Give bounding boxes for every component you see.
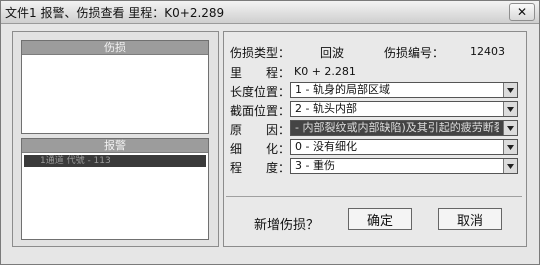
chevron-down-icon[interactable] xyxy=(503,140,517,154)
chevron-down-icon[interactable] xyxy=(503,83,517,97)
report-list-header: 报警 xyxy=(22,139,208,153)
detail-select[interactable]: 0 - 没有细化 xyxy=(290,139,518,155)
damage-list-header: 伤损 xyxy=(22,41,208,55)
list-item[interactable]: 1通道 代號 - 113 xyxy=(24,155,206,167)
damage-no-label: 伤损编号： xyxy=(384,46,445,60)
section-position-value: 2 - 轨头内部 xyxy=(295,102,357,115)
damage-no-value: 12403 xyxy=(470,45,505,58)
title-bar: 文件1 报警、伤损查看 里程：K0+2.289 ✕ xyxy=(1,1,539,24)
cause-label: 原 因： xyxy=(230,123,291,137)
mileage-value: K0 + 2.281 xyxy=(294,65,356,78)
damage-view-window: 文件1 报警、伤损查看 里程：K0+2.289 ✕ 伤损 报警 1通道 代號 -… xyxy=(0,0,540,265)
damage-type-label: 伤损类型： xyxy=(230,46,291,60)
chevron-down-icon[interactable] xyxy=(503,121,517,135)
damage-type-value: 回波 xyxy=(320,46,345,60)
mileage-label: 里 程： xyxy=(230,66,291,80)
cancel-button[interactable]: 取消 xyxy=(438,208,502,230)
ok-button[interactable]: 确定 xyxy=(348,208,412,230)
section-position-select[interactable]: 2 - 轨头内部 xyxy=(290,101,518,117)
chevron-down-icon[interactable] xyxy=(503,102,517,116)
section-position-label: 截面位置： xyxy=(230,104,291,118)
detail-value: 0 - 没有细化 xyxy=(295,140,357,153)
degree-label: 程 度： xyxy=(230,161,291,175)
damage-list[interactable]: 伤损 xyxy=(21,40,209,134)
degree-value: 3 - 重伤 xyxy=(295,159,335,172)
cause-select[interactable]: - 内部裂纹或内部缺陷)及其引起的疲劳断裂 xyxy=(290,120,518,136)
new-damage-label: 新增伤损？ xyxy=(254,218,320,233)
close-button[interactable]: ✕ xyxy=(509,3,535,21)
left-panel: 伤损 报警 1通道 代號 - 113 xyxy=(12,31,219,247)
window-title: 文件1 报警、伤损查看 里程：K0+2.289 xyxy=(5,6,225,20)
length-position-select[interactable]: 1 - 轨身的局部区域 xyxy=(290,82,518,98)
length-position-label: 长度位置： xyxy=(230,85,291,99)
cause-value: - 内部裂纹或内部缺陷)及其引起的疲劳断裂 xyxy=(295,121,499,134)
right-panel: 伤损类型： 回波 伤损编号： 12403 里 程： K0 + 2.281 长度位… xyxy=(223,31,527,247)
detail-label: 细 化： xyxy=(230,142,291,156)
chevron-down-icon[interactable] xyxy=(503,159,517,173)
close-icon: ✕ xyxy=(516,5,528,19)
report-list[interactable]: 报警 1通道 代號 - 113 xyxy=(21,138,209,240)
length-position-value: 1 - 轨身的局部区域 xyxy=(295,83,390,96)
degree-select[interactable]: 3 - 重伤 xyxy=(290,158,518,174)
